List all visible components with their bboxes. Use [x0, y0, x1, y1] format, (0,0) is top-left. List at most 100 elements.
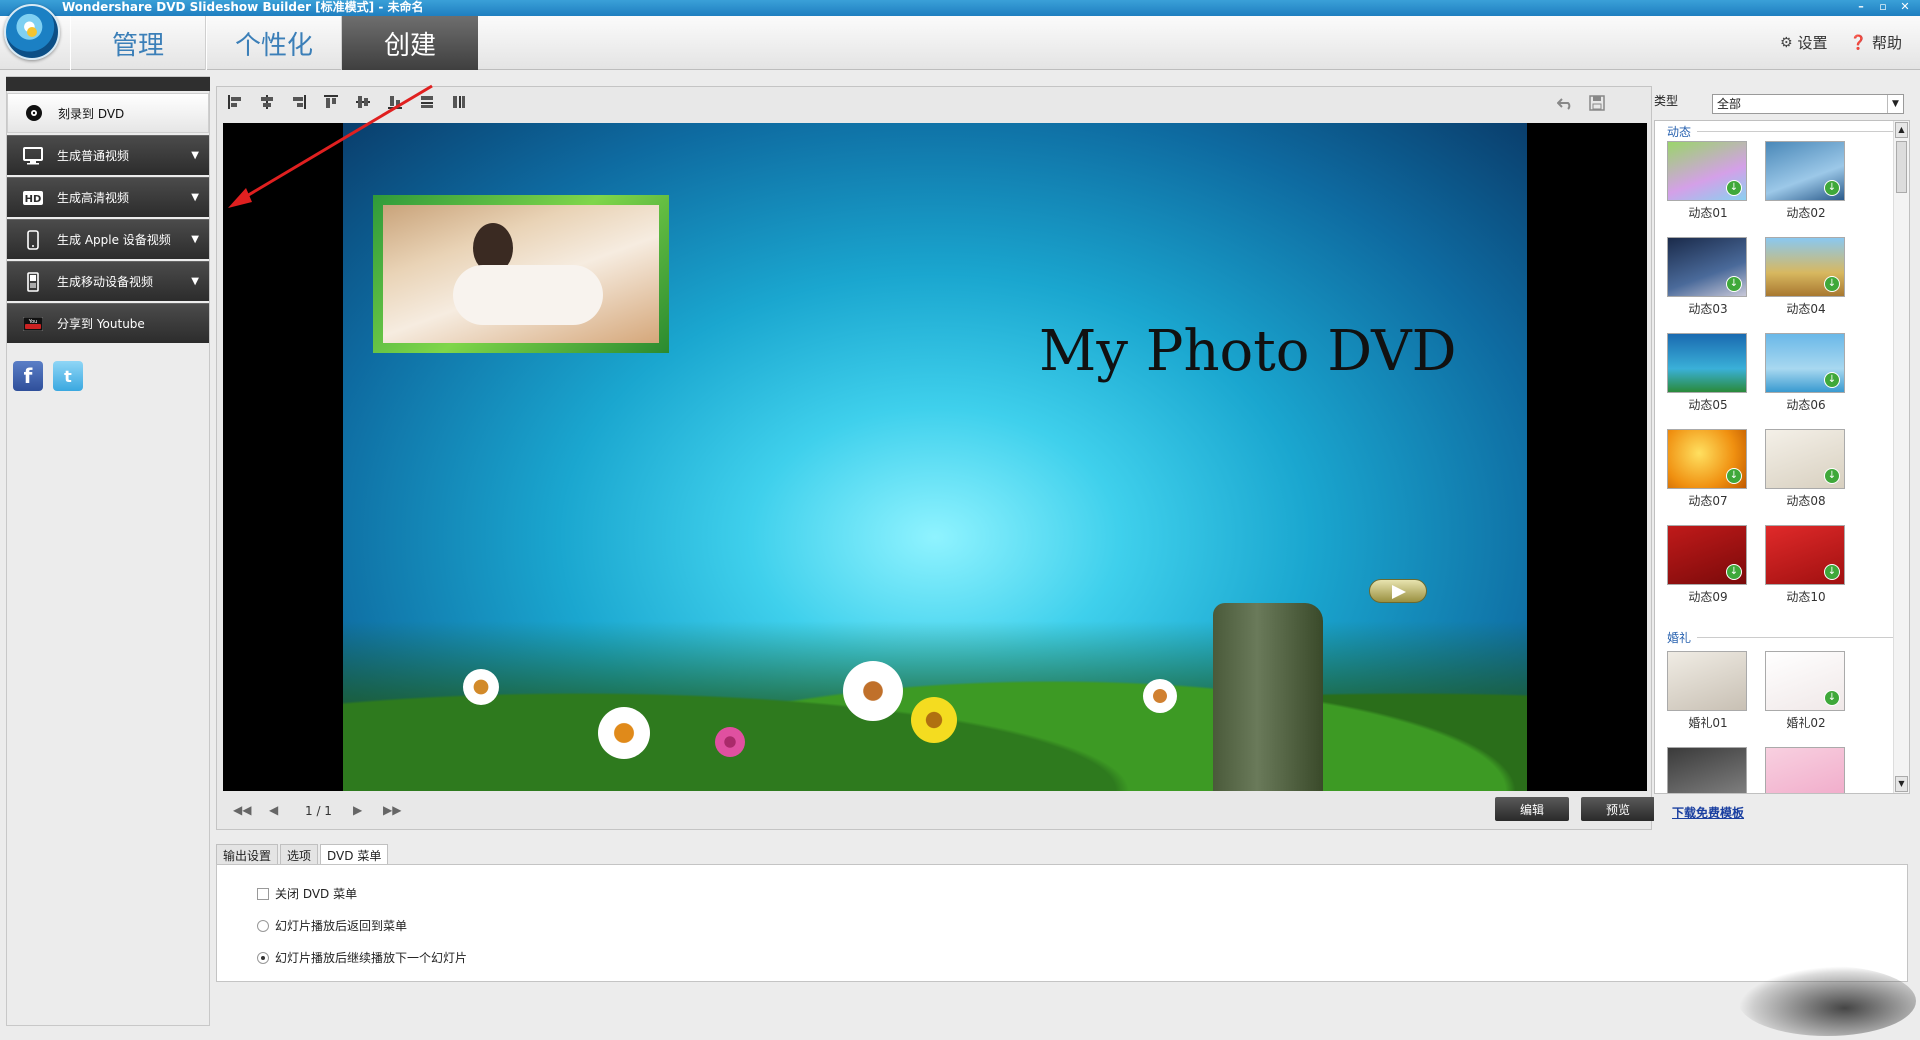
social-links: f t: [13, 361, 209, 391]
template-item[interactable]: ↓ 动态08: [1765, 429, 1847, 509]
slideshow-photo: [383, 205, 659, 343]
tab-options[interactable]: 选项: [280, 844, 319, 866]
help-link[interactable]: ❓ 帮助: [1850, 32, 1902, 53]
template-item[interactable]: ↓ 动态10: [1765, 525, 1847, 605]
tab-dvd-menu[interactable]: DVD 菜单: [320, 844, 389, 866]
template-label: 婚礼01: [1688, 716, 1728, 730]
preview-button[interactable]: 预览: [1581, 797, 1655, 821]
template-item[interactable]: ↓ 动态03: [1667, 237, 1749, 317]
last-page-icon[interactable]: ▶▶: [383, 803, 401, 817]
template-list[interactable]: 动态 ↓ 动态01 ↓ 动态02 ↓ 动态03 ↓ 动态04 动态05 ↓ 动态06 ↓ 动…: [1654, 120, 1910, 794]
section-header-wedding: 婚礼: [1667, 629, 1897, 646]
template-thumbnail: ↓: [1765, 333, 1845, 393]
template-thumbnail: [1667, 747, 1747, 793]
close-dvd-menu-checkbox[interactable]: [257, 887, 269, 900]
youtube-icon: You: [23, 315, 43, 333]
next-page-icon[interactable]: ▶: [353, 803, 362, 817]
template-label: 动态10: [1786, 590, 1826, 604]
dvd-menu-preview[interactable]: My Photo DVD: [223, 123, 1647, 791]
continue-next-option[interactable]: 幻灯片播放后继续播放下一个幻灯片: [257, 949, 467, 966]
align-left-icon[interactable]: [225, 91, 245, 113]
flower-decoration: [911, 697, 957, 743]
close-button[interactable]: ✕: [1896, 0, 1914, 14]
template-item[interactable]: ↓ 婚礼02: [1765, 651, 1847, 731]
type-select-value: 全部: [1717, 97, 1742, 111]
tree-stump-decoration: [1213, 603, 1323, 791]
flower-decoration: [1143, 679, 1177, 713]
download-templates-link[interactable]: 下载免费模板: [1672, 804, 1744, 821]
hd-icon: HD: [23, 189, 43, 207]
template-label: 动态01: [1688, 206, 1728, 220]
sidebar-item-normal-video[interactable]: 生成普通视频 ▼: [7, 135, 209, 175]
template-item[interactable]: [1667, 747, 1749, 793]
distribute-horizontal-icon[interactable]: [417, 91, 437, 113]
sidebar-item-mobile-video[interactable]: 生成移动设备视频 ▼: [7, 261, 209, 301]
template-thumbnail: ↓: [1667, 237, 1747, 297]
align-center-icon[interactable]: [257, 91, 277, 113]
close-dvd-menu-option[interactable]: 关闭 DVD 菜单: [257, 885, 357, 902]
window-controls: – ▫ ✕: [1852, 0, 1914, 14]
tab-manage[interactable]: 管理: [70, 16, 206, 70]
template-item[interactable]: ↓ 动态09: [1667, 525, 1749, 605]
sidebar-item-apple-video[interactable]: 生成 Apple 设备视频 ▼: [7, 219, 209, 259]
sidebar-item-label: 生成移动设备视频: [57, 275, 154, 289]
tab-output-settings[interactable]: 输出设置: [216, 844, 279, 866]
tab-personalize[interactable]: 个性化: [206, 16, 342, 70]
save-icon[interactable]: [1587, 93, 1607, 113]
top-links: ⚙ 设置 ❓ 帮助: [1780, 32, 1902, 53]
template-item[interactable]: ↓ 动态06: [1765, 333, 1847, 413]
download-icon: ↓: [1824, 468, 1840, 484]
template-item[interactable]: ↓ 动态02: [1765, 141, 1847, 221]
type-select[interactable]: 全部 ▼: [1712, 94, 1904, 114]
prev-page-icon[interactable]: ◀: [269, 803, 278, 817]
flower-decoration: [598, 707, 650, 759]
scroll-down-icon[interactable]: ▼: [1895, 776, 1908, 792]
download-icon: ↓: [1824, 276, 1840, 292]
download-icon: ↓: [1824, 180, 1840, 196]
facebook-icon[interactable]: f: [13, 361, 43, 391]
template-item[interactable]: 婚礼01: [1667, 651, 1749, 731]
template-label: 动态09: [1688, 590, 1728, 604]
undo-icon[interactable]: [1555, 93, 1575, 113]
distribute-vertical-icon[interactable]: [449, 91, 469, 113]
align-middle-icon[interactable]: [353, 91, 373, 113]
template-item[interactable]: 动态05: [1667, 333, 1749, 413]
return-to-menu-radio[interactable]: [257, 919, 269, 932]
sidebar-item-burn-dvd[interactable]: 刻录到 DVD: [7, 93, 209, 133]
continue-next-radio[interactable]: [257, 951, 269, 964]
top-navigation: 管理 个性化 创建 ⚙ 设置 ❓ 帮助: [0, 4, 1920, 70]
dropdown-caret-icon: ▼: [191, 234, 199, 245]
template-item[interactable]: ↓ 动态07: [1667, 429, 1749, 509]
download-icon: ↓: [1726, 276, 1742, 292]
return-to-menu-option[interactable]: 幻灯片播放后返回到菜单: [257, 917, 407, 934]
tab-create[interactable]: 创建: [342, 16, 478, 70]
dvd-title-text[interactable]: My Photo DVD: [1039, 319, 1457, 384]
output-sidebar: 刻录到 DVD 生成普通视频 ▼ HD 生成高清视频 ▼ 生成 Apple 设备…: [6, 76, 210, 1026]
align-top-icon[interactable]: [321, 91, 341, 113]
sidebar-item-youtube[interactable]: You 分享到 Youtube: [7, 303, 209, 343]
play-button-icon[interactable]: [1369, 579, 1427, 603]
edit-button[interactable]: 编辑: [1495, 797, 1569, 821]
sidebar-item-label: 刻录到 DVD: [58, 106, 125, 121]
window-title: Wondershare DVD Slideshow Builder [标准模式]…: [62, 0, 424, 14]
twitter-icon[interactable]: t: [53, 361, 83, 391]
dropdown-caret-icon: ▼: [191, 192, 199, 203]
photo-frame[interactable]: [373, 195, 669, 353]
first-page-icon[interactable]: ◀◀: [233, 803, 251, 817]
minimize-button[interactable]: –: [1852, 0, 1870, 14]
scroll-up-icon[interactable]: ▲: [1895, 122, 1908, 138]
app-logo-icon[interactable]: [4, 4, 60, 60]
template-label: 动态02: [1786, 206, 1826, 220]
template-item[interactable]: ↓ 动态01: [1667, 141, 1749, 221]
scroll-thumb[interactable]: [1896, 141, 1907, 193]
template-item[interactable]: [1765, 747, 1847, 793]
sidebar-item-label: 生成普通视频: [57, 149, 130, 163]
title-bar: Wondershare DVD Slideshow Builder [标准模式]…: [0, 0, 1920, 16]
settings-link[interactable]: ⚙ 设置: [1780, 32, 1828, 53]
align-bottom-icon[interactable]: [385, 91, 405, 113]
template-scrollbar[interactable]: ▲ ▼: [1893, 121, 1909, 793]
template-item[interactable]: ↓ 动态04: [1765, 237, 1847, 317]
align-right-icon[interactable]: [289, 91, 309, 113]
sidebar-item-hd-video[interactable]: HD 生成高清视频 ▼: [7, 177, 209, 217]
restore-button[interactable]: ▫: [1874, 0, 1892, 14]
